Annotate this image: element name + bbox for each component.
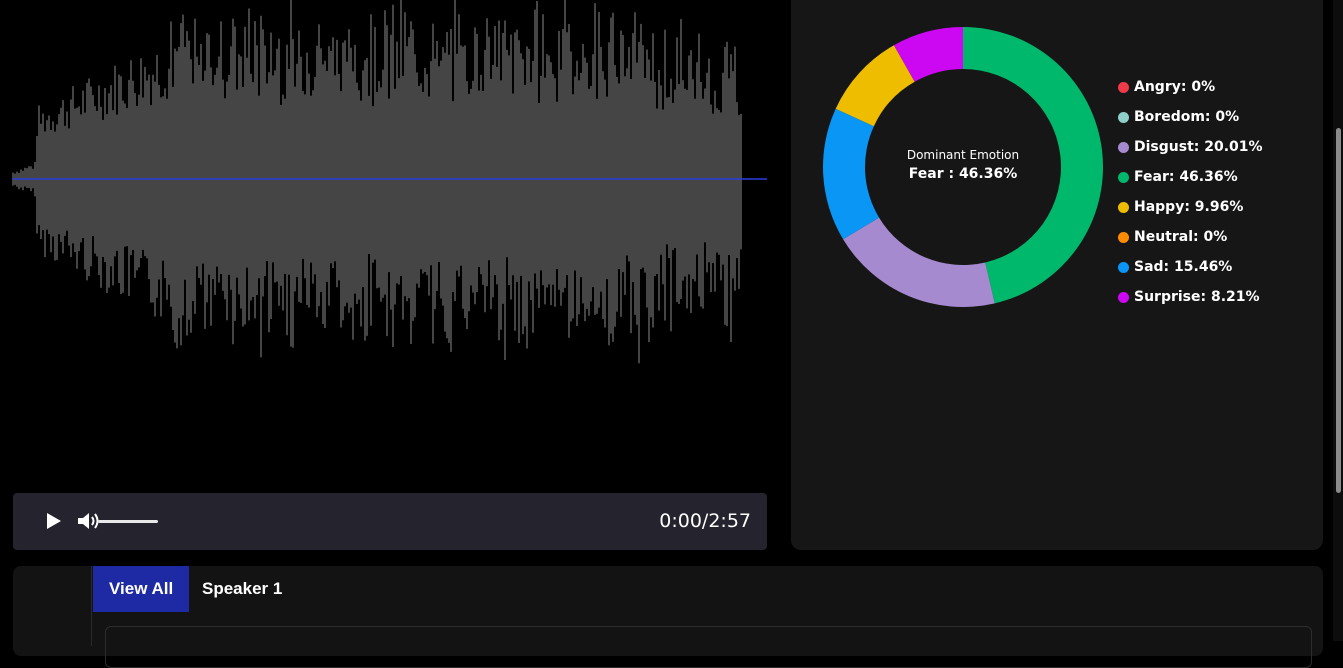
play-button[interactable]: [41, 509, 65, 533]
time-display: 0:00/2:57: [659, 510, 751, 532]
legend-color-dot: [1118, 111, 1129, 123]
legend-label: Fear: 46.36%: [1134, 169, 1238, 185]
emotion-legend: Angry: 0% Boredom: 0% Disgust: 20.01% Fear:…: [1118, 72, 1263, 312]
panel-divider: [91, 566, 92, 646]
legend-label: Boredom: 0%: [1134, 109, 1240, 125]
transcript-box: [105, 626, 1312, 668]
legend-item-sad[interactable]: Sad: 15.46%: [1118, 252, 1263, 282]
dominant-emotion-value: Fear : 46.36%: [908, 166, 1018, 182]
tab-speaker-1[interactable]: Speaker 1: [186, 566, 298, 612]
legend-color-dot: [1118, 291, 1129, 303]
legend-label: Sad: 15.46%: [1134, 259, 1233, 275]
legend-color-dot: [1118, 201, 1129, 213]
legend-label: Angry: 0%: [1134, 79, 1216, 95]
legend-item-boredom[interactable]: Boredom: 0%: [1118, 102, 1263, 132]
tab-view-all[interactable]: View All: [93, 566, 190, 612]
legend-label: Surprise: 8.21%: [1134, 289, 1260, 305]
dominant-emotion-label: Dominant Emotion Fear : 46.36%: [883, 148, 1043, 182]
donut-slice-sad[interactable]: [823, 108, 880, 240]
legend-label: Happy: 9.96%: [1134, 199, 1244, 215]
volume-slider[interactable]: [98, 520, 158, 523]
legend-item-surprise[interactable]: Surprise: 8.21%: [1118, 282, 1263, 312]
legend-item-disgust[interactable]: Disgust: 20.01%: [1118, 132, 1263, 162]
waveform-bars: [12, 0, 742, 364]
legend-item-angry[interactable]: Angry: 0%: [1118, 72, 1263, 102]
legend-color-dot: [1118, 81, 1129, 93]
legend-label: Disgust: 20.01%: [1134, 139, 1263, 155]
donut-slice-disgust[interactable]: [843, 217, 995, 308]
legend-item-neutral[interactable]: Neutral: 0%: [1118, 222, 1263, 252]
dominant-emotion-title: Dominant Emotion: [906, 148, 1020, 162]
legend-color-dot: [1118, 171, 1129, 183]
legend-color-dot: [1118, 231, 1129, 243]
legend-item-happy[interactable]: Happy: 9.96%: [1118, 192, 1263, 222]
play-icon: [47, 513, 61, 529]
scrollbar-thumb[interactable]: [1336, 128, 1341, 493]
speaker-tabs-panel: View All Speaker 1: [13, 566, 1323, 668]
legend-label: Neutral: 0%: [1134, 229, 1228, 245]
legend-color-dot: [1118, 261, 1129, 273]
legend-item-fear[interactable]: Fear: 46.36%: [1118, 162, 1263, 192]
audio-player-controls: 0:00/2:57: [13, 493, 767, 550]
audio-waveform[interactable]: [0, 0, 780, 480]
legend-color-dot: [1118, 141, 1129, 153]
